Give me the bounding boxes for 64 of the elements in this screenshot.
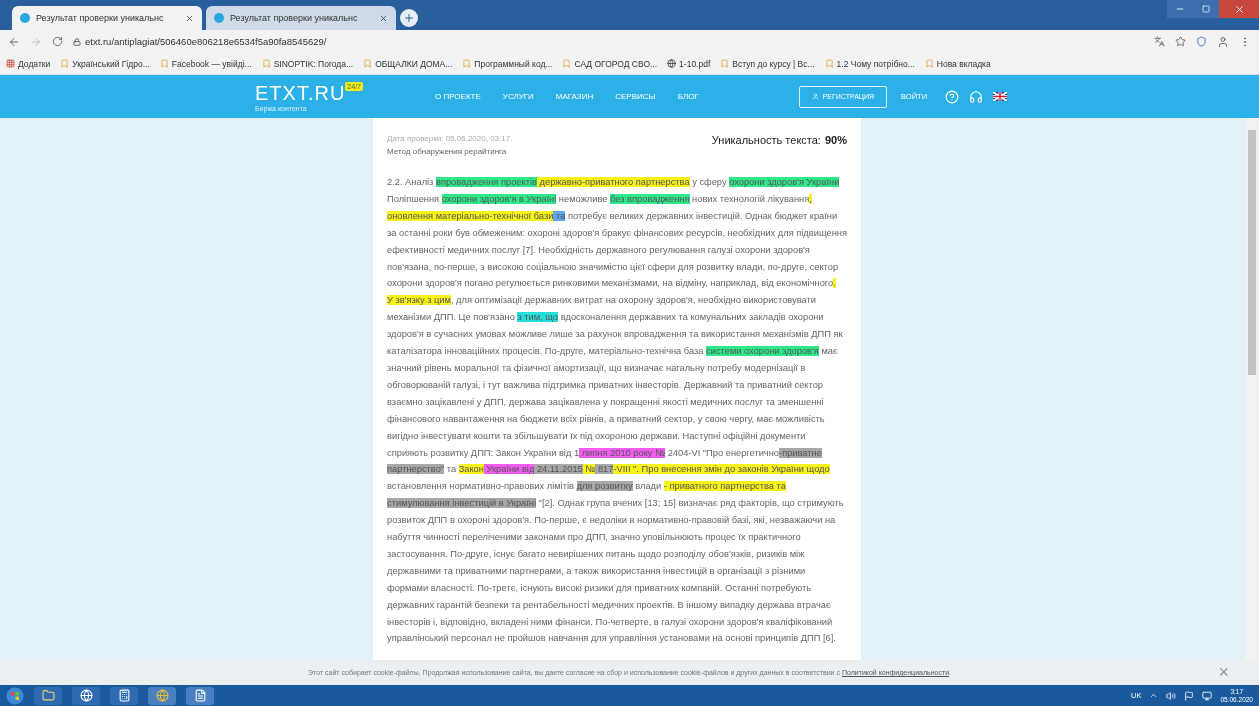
calculator-icon: [117, 689, 131, 702]
bookmark[interactable]: Facebook — увійді...: [159, 58, 252, 69]
globe-icon: [667, 59, 677, 68]
bookmark-icon: [924, 59, 934, 68]
reload-icon[interactable]: [52, 36, 63, 47]
flag-tray-icon[interactable]: [1184, 690, 1195, 701]
uniqueness-label: Уникальность текста:: [711, 134, 821, 148]
bookmark[interactable]: Нова вкладка: [924, 58, 991, 69]
minimize-button[interactable]: [1167, 0, 1193, 18]
bookmark-icon: [363, 59, 373, 68]
translate-icon[interactable]: [1154, 36, 1165, 47]
apps-icon: [6, 59, 15, 68]
folder-icon: [41, 689, 55, 702]
site-icon: [214, 13, 224, 23]
bookmark[interactable]: 1.2 Чому потрібно...: [824, 58, 915, 69]
back-icon[interactable]: [8, 35, 20, 48]
taskbar-button[interactable]: [34, 686, 62, 705]
maximize-icon: [1202, 5, 1210, 13]
globe-icon: [79, 689, 93, 702]
method-label: Метод обнаружения рерайтинга: [387, 147, 508, 156]
profile-icon[interactable]: [1217, 35, 1229, 48]
taskbar-button[interactable]: [110, 686, 138, 705]
taskbar-button[interactable]: [72, 686, 100, 705]
bookmark-icon: [462, 59, 472, 68]
bookmark[interactable]: Додатки: [6, 58, 51, 69]
uniqueness-value: 90%: [824, 134, 847, 148]
start-button[interactable]: [6, 686, 24, 705]
bookmark-icon: [60, 59, 70, 68]
bookmark[interactable]: Программный код...: [462, 58, 553, 69]
bookmark-icon: [159, 59, 169, 68]
close-icon[interactable]: [185, 13, 194, 23]
document-icon: [193, 689, 207, 702]
shield-icon[interactable]: [1196, 36, 1207, 47]
check-date: Дата проверки: 05.06.2020, 03:17.: [387, 134, 513, 143]
bookmark-icon: [720, 59, 730, 68]
star-icon[interactable]: [1175, 36, 1186, 47]
bookmark[interactable]: 1-10.pdf: [667, 58, 711, 69]
bookmark-icon: [824, 59, 834, 68]
close-icon: [1233, 3, 1245, 15]
site-icon: [20, 13, 30, 23]
browser-icon: [155, 689, 169, 702]
address-field[interactable]: etxt.ru/antiplagiat/506460e806218e6534f5a90fa8545629/: [85, 36, 327, 47]
new-tab-button[interactable]: [400, 9, 418, 27]
lock-icon: [73, 37, 81, 46]
taskbar-button[interactable]: [186, 686, 214, 705]
bookmark[interactable]: SINOPTIK: Погода...: [261, 58, 354, 69]
bookmark-icon: [261, 59, 271, 68]
user-icon: [811, 93, 819, 100]
browser-tab[interactable]: Результат проверки уникальнс: [206, 6, 396, 30]
speaker-icon[interactable]: [1166, 690, 1177, 701]
bookmark[interactable]: Вступ до курсу | Вс...: [720, 58, 815, 69]
close-icon[interactable]: [379, 13, 388, 23]
bookmark-icon: [562, 59, 572, 68]
bookmark[interactable]: ОБЩАЛКИ ДОМА...: [363, 58, 453, 69]
network-icon[interactable]: [1202, 690, 1213, 701]
bookmark[interactable]: Український Гідро...: [60, 58, 150, 69]
headset-icon[interactable]: [969, 89, 984, 104]
browser-tab[interactable]: Результат проверки уникальнс: [12, 6, 202, 30]
bookmark[interactable]: САД ОГОРОД СВО...: [562, 58, 658, 69]
flag-icon[interactable]: [993, 92, 1008, 101]
help-icon[interactable]: [945, 89, 960, 104]
taskbar-button[interactable]: [148, 686, 176, 705]
plus-icon: [403, 12, 415, 24]
scrollbar[interactable]: [1245, 118, 1259, 660]
